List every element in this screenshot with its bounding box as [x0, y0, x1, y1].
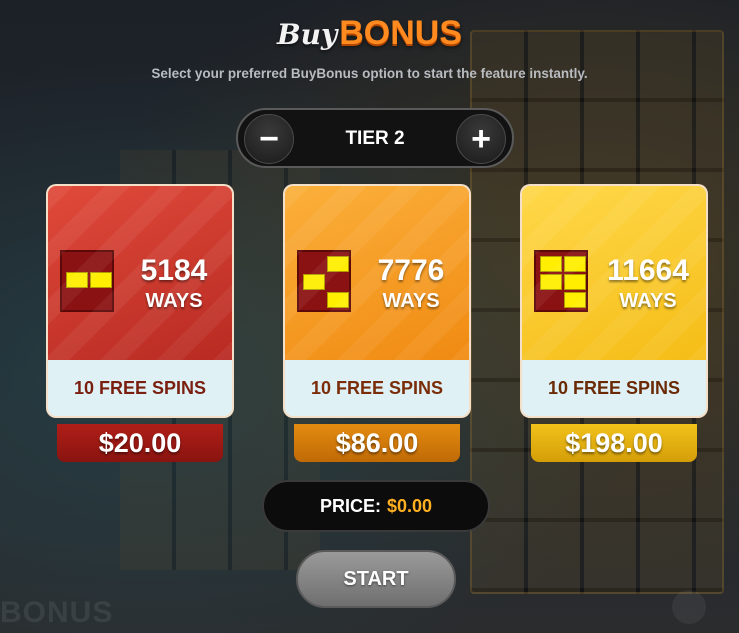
tier-selector: − TIER 2 +: [236, 108, 514, 168]
card-price: $86.00: [294, 424, 460, 462]
free-spins-label: 10 FREE SPINS: [283, 360, 471, 418]
buy-bonus-title: BuyBONUS: [0, 14, 739, 53]
total-price-display: PRICE: $0.00: [262, 480, 490, 532]
bonus-option-card-3[interactable]: 11664 WAYS 10 FREE SPINS $198.00: [520, 184, 708, 462]
title-buy: Buy: [276, 18, 338, 51]
ways-label: WAYS: [619, 290, 677, 312]
title-bonus: BONUS: [339, 14, 463, 52]
card-price: $198.00: [531, 424, 697, 462]
free-spins-label: 10 FREE SPINS: [520, 360, 708, 418]
card-top: 7776 WAYS: [283, 184, 471, 360]
price-label: PRICE:: [319, 495, 381, 516]
ways-label: WAYS: [145, 290, 203, 312]
tier-increase-button[interactable]: +: [456, 114, 506, 164]
card-top: 5184 WAYS: [46, 184, 234, 360]
background-watermark: BONUS: [0, 596, 114, 629]
ways-count: 11664: [607, 254, 689, 287]
ways-grid-icon: [60, 250, 114, 312]
card-price: $20.00: [57, 424, 223, 462]
card-top: 11664 WAYS: [520, 184, 708, 360]
ways-count: 7776: [377, 254, 445, 287]
ways-grid-icon: [534, 250, 588, 312]
start-button[interactable]: START: [296, 550, 456, 608]
ways-grid-icon: [297, 250, 351, 312]
ways-label: WAYS: [382, 290, 440, 312]
price-value: $0.00: [386, 495, 433, 516]
subtitle: Select your preferred BuyBonus option to…: [151, 66, 588, 81]
bonus-option-card-2[interactable]: 7776 WAYS 10 FREE SPINS $86.00: [283, 184, 471, 462]
bonus-option-card-1[interactable]: 5184 WAYS 10 FREE SPINS $20.00: [46, 184, 234, 462]
free-spins-label: 10 FREE SPINS: [46, 360, 234, 418]
ways-count: 5184: [140, 254, 208, 287]
coin-stack-icon: [672, 590, 706, 624]
